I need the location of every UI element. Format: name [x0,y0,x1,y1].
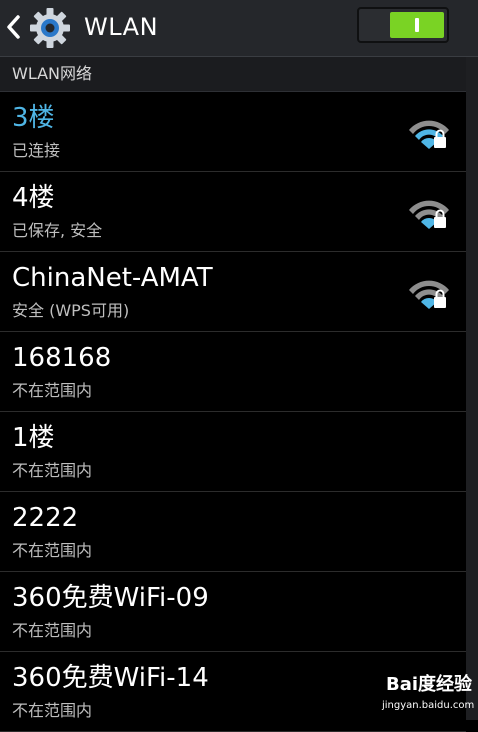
network-item-360-09[interactable]: 360免费WiFi-09 不在范围内 [0,572,466,652]
watermark-url: jingyan.baidu.com [382,700,475,711]
page-title: WLAN [84,13,159,41]
toggle-knob [390,12,444,38]
network-name: 360免费WiFi-09 [12,583,209,613]
network-status: 不在范围内 [12,461,93,480]
network-item-2222[interactable]: 2222 不在范围内 [0,492,466,572]
wifi-lock-icon [409,120,449,149]
section-title: WLAN网络 [12,64,93,83]
network-item-168168[interactable]: 168168 不在范围内 [0,332,466,412]
network-status: 不在范围内 [12,621,93,640]
network-item-3f[interactable]: 3楼 已连接 [0,92,466,172]
wifi-lock-icon [409,280,449,309]
wlan-toggle[interactable] [357,7,449,43]
network-status: 不在范围内 [12,701,93,720]
network-name: 360免费WiFi-14 [12,663,209,693]
section-header: WLAN网络 [0,57,466,92]
wifi-lock-icon [409,200,449,229]
network-list: 3楼 已连接 4楼 已保存, 安全 ChinaNet-AMAT 安全 (WPS可… [0,92,466,732]
action-bar: WLAN [0,0,478,57]
network-status: 已连接 [12,141,61,160]
network-item-1f[interactable]: 1楼 不在范围内 [0,412,466,492]
network-name: 1楼 [12,423,55,453]
chevron-left-icon[interactable] [4,12,22,42]
network-name: ChinaNet-AMAT [12,263,213,293]
network-item-4f[interactable]: 4楼 已保存, 安全 [0,172,466,252]
network-name: 4楼 [12,183,55,213]
network-status: 安全 (WPS可用) [12,301,130,320]
network-item-chinanet[interactable]: ChinaNet-AMAT 安全 (WPS可用) [0,252,466,332]
network-status: 已保存, 安全 [12,221,103,240]
network-name: 3楼 [12,103,55,133]
network-status: 不在范围内 [12,381,93,400]
baidu-watermark: Bai度经验 jingyan.baidu.com [380,668,478,720]
network-name: 168168 [12,343,112,373]
network-status: 不在范围内 [12,541,93,560]
network-name: 2222 [12,503,79,533]
watermark-brand: Bai度经验 [386,674,473,695]
gear-icon [30,8,70,48]
scrollbar[interactable] [466,57,478,720]
